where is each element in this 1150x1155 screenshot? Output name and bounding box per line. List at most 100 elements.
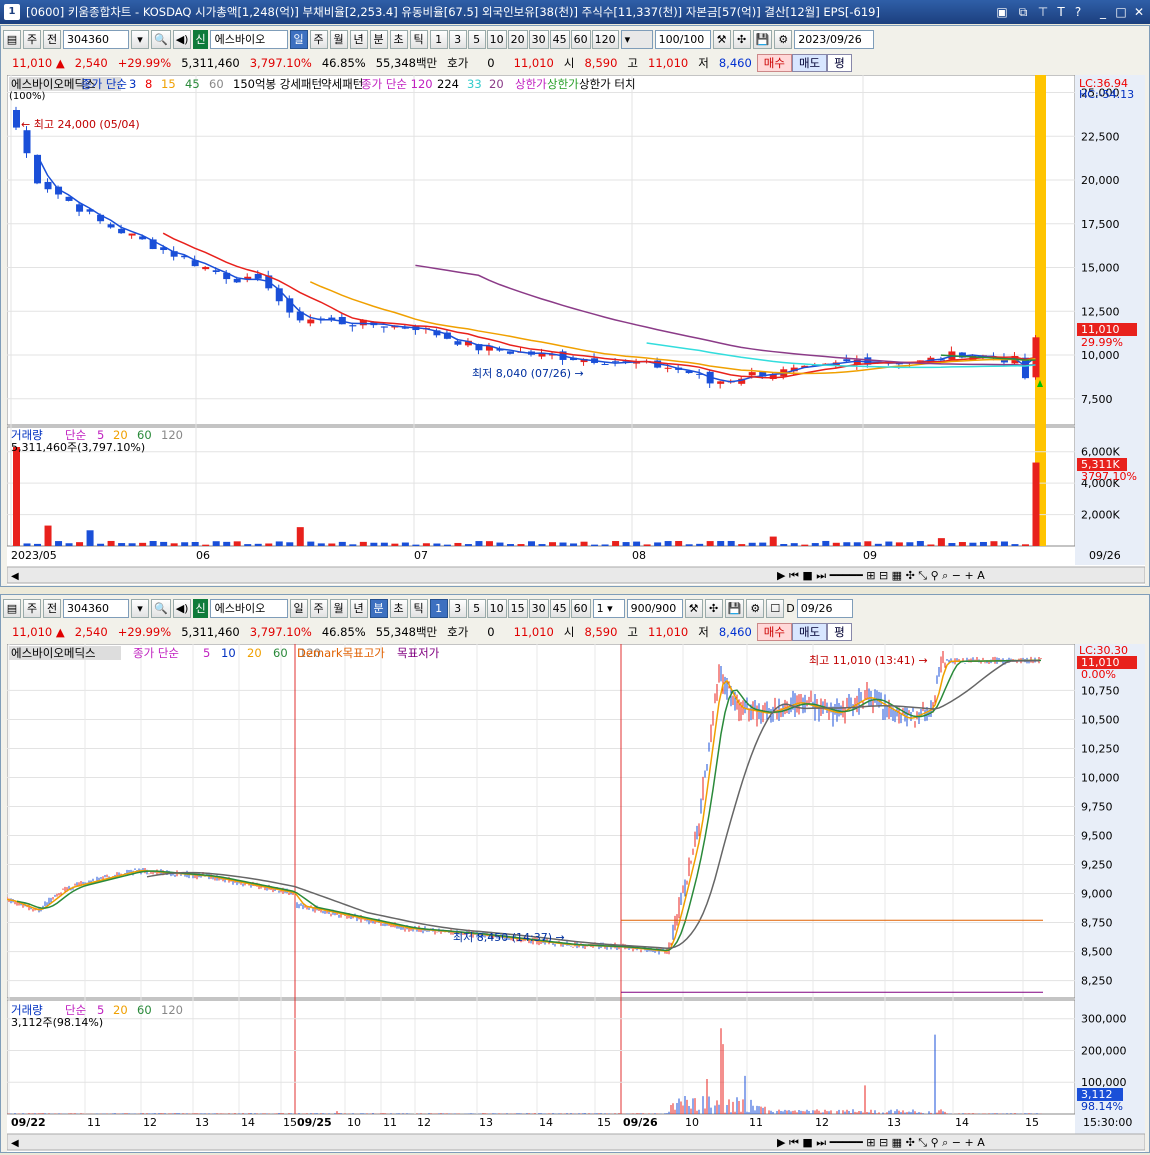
volume-bar [675, 541, 683, 546]
period-day-button-2[interactable]: 일 [289, 598, 308, 618]
copy-icon[interactable]: ⧉ [1014, 3, 1032, 21]
volume-bar [706, 541, 714, 546]
interval-45-button[interactable]: 45 [549, 29, 570, 49]
average-button[interactable]: 평 [827, 54, 852, 72]
code-dropdown-icon[interactable]: ▾ [131, 29, 149, 49]
interval-10-button[interactable]: 10 [486, 29, 507, 49]
help-icon[interactable]: ? [1070, 3, 1086, 21]
volume-bar [1000, 541, 1008, 546]
minimize-icon[interactable]: _ [1094, 3, 1112, 21]
date-input[interactable]: 2023/09/26 [794, 29, 875, 49]
unit-input[interactable]: 1 ▾ [592, 598, 625, 618]
interval-1-button[interactable]: 1 [429, 29, 448, 49]
interval-min-3-button[interactable]: 3 [448, 598, 467, 618]
market-type-select[interactable]: 주 [23, 29, 41, 49]
gear-icon-2[interactable]: ⚙ [746, 598, 765, 618]
x-tick-label: 12 [815, 1116, 829, 1129]
x-tick-label: 15 [283, 1116, 297, 1129]
buy-button-2[interactable]: 매수 [756, 623, 792, 641]
tools-icon-2[interactable]: ⚒ [684, 598, 703, 618]
pin-icon[interactable]: ⊤ [1034, 3, 1052, 21]
code-search-button-2[interactable]: 전 [43, 598, 61, 618]
search-icon[interactable]: 🔍 [151, 29, 171, 49]
data-count-field-2[interactable]: 900/900 [626, 598, 683, 618]
volume-bar [874, 543, 882, 546]
period-month-button-2[interactable]: 월 [329, 598, 348, 618]
code-dropdown-icon-2[interactable]: ▾ [131, 598, 149, 618]
volume-ratio-2: 3,797.10% [249, 625, 312, 639]
date-checkbox[interactable]: ☐ [766, 598, 785, 618]
volume-bar [685, 544, 693, 546]
candle-body [748, 372, 756, 376]
trade-amount: 55,348백만 [375, 56, 438, 70]
period-year-button-2[interactable]: 년 [349, 598, 368, 618]
close-icon[interactable]: ✕ [1130, 3, 1148, 21]
buy-button[interactable]: 매수 [756, 54, 792, 72]
date-input-2[interactable]: 09/26 [796, 598, 853, 618]
minute-chart-canvas[interactable]: 10,750 10,500 10,250 10,000 9,750 9,500 9,250 9… [7, 644, 1145, 1152]
speaker-icon-2[interactable]: ◀) [172, 598, 192, 618]
restore-icon[interactable]: ▣ [993, 3, 1011, 21]
font-icon[interactable]: T [1052, 3, 1070, 21]
interval-5-button[interactable]: 5 [467, 29, 486, 49]
save-icon[interactable]: 💾 [752, 29, 773, 49]
period-year-button[interactable]: 년 [349, 29, 368, 49]
chart-layout-icon[interactable]: ▤ [3, 29, 21, 49]
stock-name-field-2: 에스바이오 [209, 598, 288, 618]
period-second-button-2[interactable]: 초 [389, 598, 408, 618]
period-minute-button-2[interactable]: 분 [369, 598, 388, 618]
data-count-field[interactable]: 100/100 [654, 29, 711, 49]
period-week-button[interactable]: 주 [309, 29, 328, 49]
tools-icon[interactable]: ⚒ [712, 29, 731, 49]
interval-min-15-button[interactable]: 15 [507, 598, 528, 618]
period-week-button-2[interactable]: 주 [309, 598, 328, 618]
interval-min-5-button[interactable]: 5 [467, 598, 486, 618]
volume-bar [916, 541, 924, 546]
open-label: 시 [563, 56, 575, 70]
gear-icon[interactable]: ⚙ [774, 29, 793, 49]
maximize-icon[interactable]: □ [1112, 3, 1130, 21]
code-search-button[interactable]: 전 [43, 29, 61, 49]
interval-min-30-button[interactable]: 30 [528, 598, 549, 618]
volume-bar [811, 543, 819, 546]
sell-button-2[interactable]: 매도 [791, 623, 828, 641]
crosshair-icon[interactable]: ✣ [732, 29, 751, 49]
interval-min-1-button[interactable]: 1 [429, 598, 448, 618]
volume-bar [118, 543, 126, 546]
average-button-2[interactable]: 평 [827, 623, 852, 641]
speaker-icon[interactable]: ◀) [172, 29, 192, 49]
interval-30-button[interactable]: 30 [528, 29, 549, 49]
interval-min-45-button[interactable]: 45 [549, 598, 570, 618]
interval-60-button[interactable]: 60 [570, 29, 591, 49]
interval-120-button[interactable]: 120 [591, 29, 619, 49]
volume-bar [601, 544, 609, 546]
volume-bar [506, 544, 514, 546]
interval-dropdown[interactable]: ▾ [620, 29, 653, 49]
top-quote-bar: 11,010 ▲ 2,540 +29.99% 5,311,460 3,797.1… [7, 53, 852, 73]
candle-body [202, 266, 210, 270]
volume-bar [422, 543, 430, 546]
period-second-button[interactable]: 초 [389, 29, 408, 49]
interval-min-60-button[interactable]: 60 [570, 598, 591, 618]
volume-bar [328, 543, 336, 546]
crosshair-icon-2[interactable]: ✣ [704, 598, 723, 618]
legend-upper-limit-2: 상한가 [547, 77, 579, 91]
period-minute-button[interactable]: 분 [369, 29, 388, 49]
stock-code-input[interactable]: 304360 [63, 29, 129, 49]
interval-3-button[interactable]: 3 [448, 29, 467, 49]
market-type-select-2[interactable]: 주 [23, 598, 41, 618]
period-tick-button-2[interactable]: 틱 [409, 598, 428, 618]
search-icon-2[interactable]: 🔍 [151, 598, 171, 618]
price-change-2: 2,540 [74, 625, 108, 639]
stock-code-input-2[interactable]: 304360 [63, 598, 129, 618]
chart-layout-icon-2[interactable]: ▤ [3, 598, 21, 618]
volume-bar [265, 543, 273, 546]
period-month-button[interactable]: 월 [329, 29, 348, 49]
interval-min-10-button[interactable]: 10 [486, 598, 507, 618]
period-tick-button[interactable]: 틱 [409, 29, 428, 49]
daily-chart-canvas[interactable]: 25,00022,50020,00017,50015,00012,50010,0… [7, 75, 1145, 585]
save-icon-2[interactable]: 💾 [724, 598, 745, 618]
interval-20-button[interactable]: 20 [507, 29, 528, 49]
sell-button[interactable]: 매도 [791, 54, 828, 72]
period-day-button[interactable]: 일 [289, 29, 308, 49]
